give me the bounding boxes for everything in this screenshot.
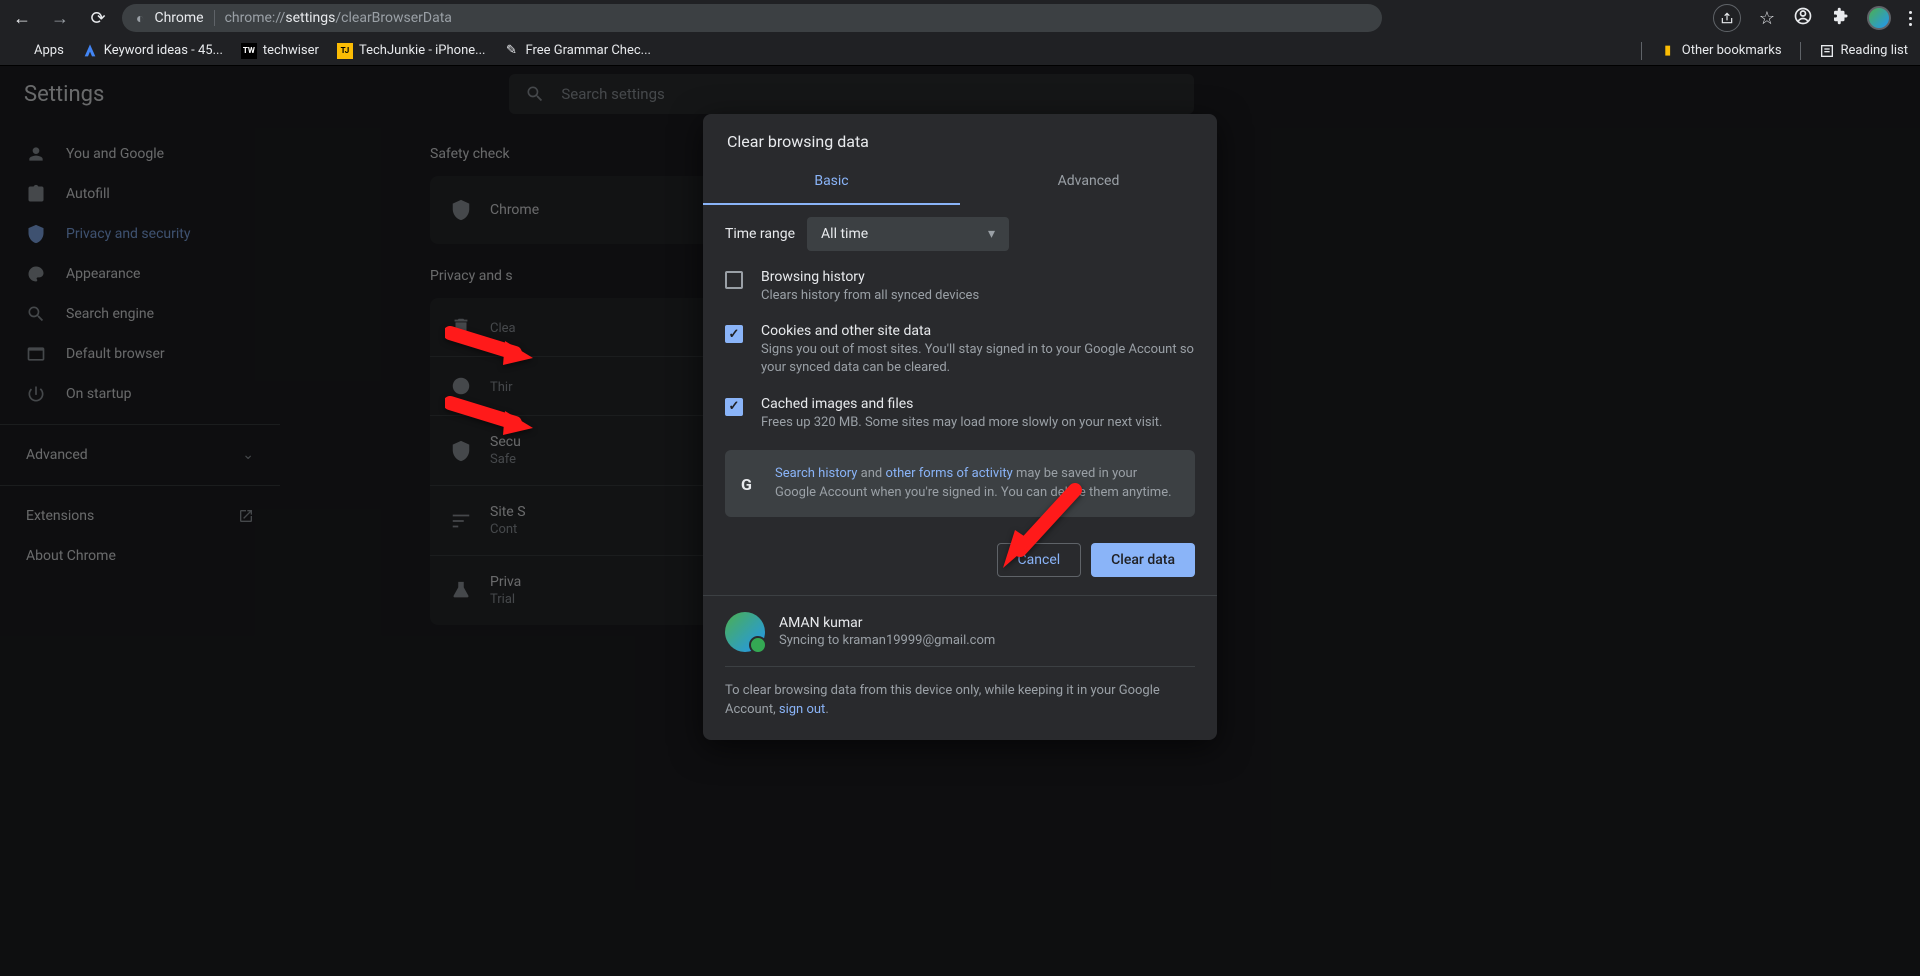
footer-text: To clear browsing data from this device … [725,681,1195,720]
chrome-label: Chrome [154,10,214,26]
reload-button[interactable]: ⟳ [84,4,112,32]
cancel-button[interactable]: Cancel [997,543,1082,577]
other-bookmarks[interactable]: ▮ Other bookmarks [1660,43,1782,59]
user-sync-status: Syncing to kraman19999@gmail.com [779,633,995,648]
account-icon[interactable] [1793,6,1813,31]
forward-button[interactable]: → [46,4,74,32]
browser-toolbar: ← → ⟳ ◐ Chrome chrome://settings/clearBr… [0,0,1920,36]
star-icon[interactable]: ☆ [1759,8,1775,29]
tw-icon: TW [241,43,257,59]
tab-advanced[interactable]: Advanced [960,159,1217,205]
sign-out-link[interactable]: sign out [779,702,825,717]
bookmark-item[interactable]: Keyword ideas - 45... [82,43,223,59]
user-avatar [725,612,765,652]
checkbox-checked[interactable] [725,325,743,343]
clear-data-button[interactable]: Clear data [1091,543,1195,577]
toolbar-right: ☆ [1713,4,1912,32]
checkbox-checked[interactable] [725,398,743,416]
folder-icon: ▮ [1660,43,1676,59]
option-browsing-history[interactable]: Browsing history Clears history from all… [725,269,1195,305]
user-info-row: AMAN kumar Syncing to kraman19999@gmail.… [725,612,1195,667]
checkbox-unchecked[interactable] [725,271,743,289]
time-range-select[interactable]: All time ▾ [807,217,1009,251]
modal-tabs: Basic Advanced [703,159,1217,205]
back-button[interactable]: ← [8,4,36,32]
extensions-icon[interactable] [1831,7,1849,30]
google-logo-icon: G [741,473,761,493]
clear-data-modal: Clear browsing data Basic Advanced Time … [703,114,1217,740]
apps-shortcut[interactable]: Apps [12,43,64,59]
menu-icon[interactable] [1909,11,1912,26]
bookmarks-bar: Apps Keyword ideas - 45... TW techwiser … [0,36,1920,66]
separator [1800,42,1801,60]
address-bar[interactable]: ◐ Chrome chrome://settings/clearBrowserD… [122,4,1382,32]
reading-list[interactable]: Reading list [1819,43,1908,59]
url-text: chrome://settings/clearBrowserData [225,10,452,26]
modal-overlay: Clear browsing data Basic Advanced Time … [0,66,1920,976]
tj-icon: TJ [337,43,353,59]
other-activity-link[interactable]: other forms of activity [885,466,1012,481]
apps-icon [12,43,28,59]
dropdown-icon: ▾ [988,226,995,242]
reading-list-icon [1819,43,1835,59]
separator [1641,42,1642,60]
bookmark-item[interactable]: TJ TechJunkie - iPhone... [337,43,485,59]
option-cache[interactable]: Cached images and files Frees up 320 MB.… [725,396,1195,432]
share-icon[interactable] [1713,4,1741,32]
profile-avatar[interactable] [1867,6,1891,30]
google-ads-icon [82,43,98,59]
time-range-label: Time range [725,226,795,242]
option-cookies[interactable]: Cookies and other site data Signs you ou… [725,323,1195,377]
bookmark-item[interactable]: TW techwiser [241,43,319,59]
modal-title: Clear browsing data [703,114,1217,159]
search-history-link[interactable]: Search history [775,466,857,481]
settings-page: Settings Search settings You and Google … [0,66,1920,976]
apps-label: Apps [34,43,64,58]
google-info-box: G Search history and other forms of acti… [725,450,1195,517]
site-info-icon: ◐ [136,10,144,27]
pen-icon: ✎ [503,43,519,59]
tab-basic[interactable]: Basic [703,159,960,205]
bookmark-item[interactable]: ✎ Free Grammar Chec... [503,43,651,59]
user-name: AMAN kumar [779,615,995,631]
